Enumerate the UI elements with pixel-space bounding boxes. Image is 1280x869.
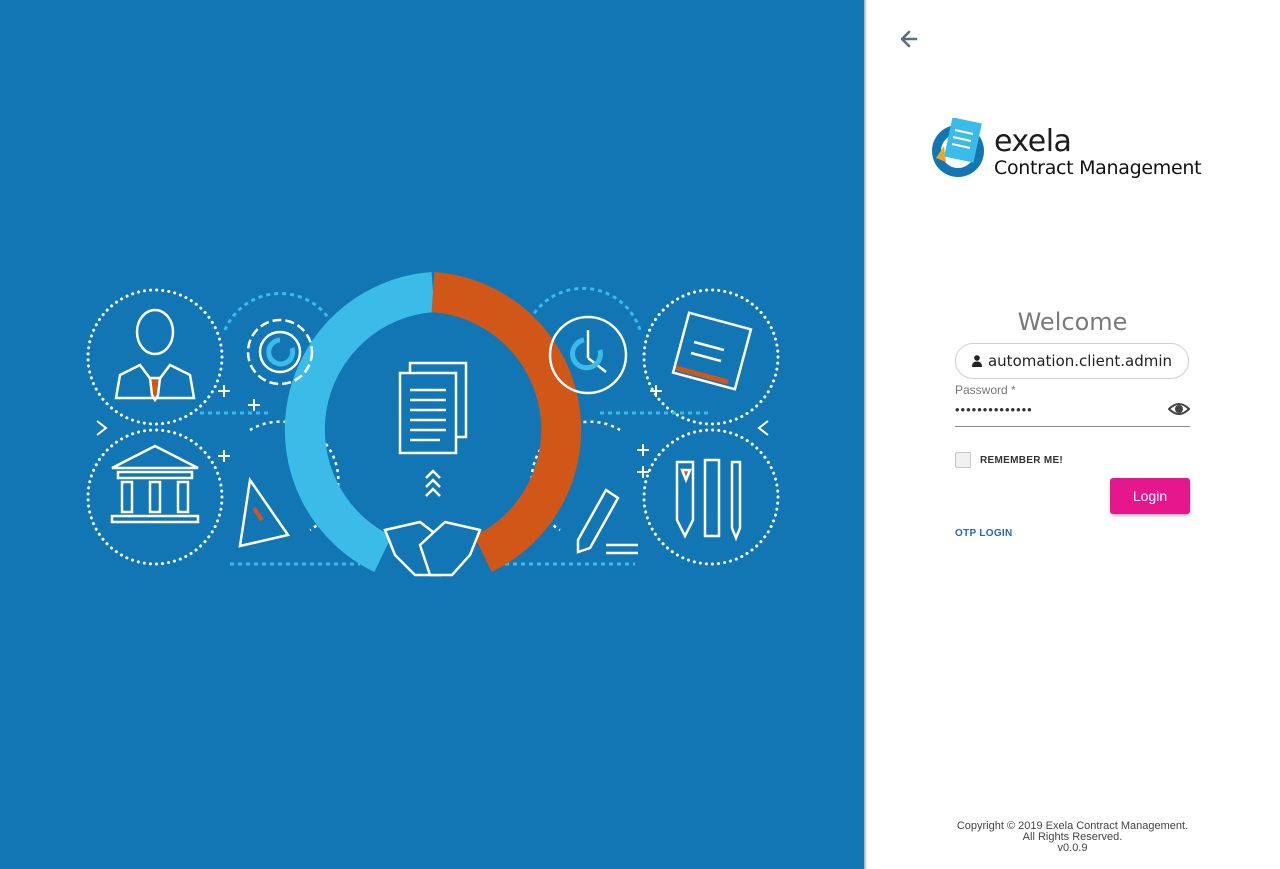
remember-me-label: REMEMBER ME! xyxy=(980,454,1064,466)
username-value: automation.client.admin xyxy=(987,352,1173,370)
username-field[interactable]: automation.client.admin xyxy=(955,343,1189,379)
tools-dotted-circle xyxy=(642,428,780,566)
otp-login-link[interactable]: OTP LOGIN xyxy=(955,528,1013,539)
password-field[interactable]: •••••••••••••• xyxy=(955,398,1190,427)
brand-wordmark: exela xyxy=(994,124,1072,159)
remember-me[interactable]: REMEMBER ME! xyxy=(955,452,1063,468)
password-label: Password * xyxy=(955,383,1016,397)
handshake-icon xyxy=(383,520,482,577)
contract-illustration xyxy=(86,272,780,577)
brand-product-name: Contract Management xyxy=(994,157,1202,179)
bank-dotted-circle xyxy=(86,428,224,566)
document-icon xyxy=(398,361,468,497)
paper-plane-icon xyxy=(238,476,291,548)
welcome-heading: Welcome xyxy=(1017,308,1128,336)
bank-icon xyxy=(110,444,200,524)
eye-icon[interactable] xyxy=(1168,400,1190,418)
footer: Copyright © 2019 Exela Contract Manageme… xyxy=(925,821,1220,854)
pencil-icon xyxy=(576,488,638,555)
hero-illustration-panel xyxy=(0,0,864,869)
arrow-left-icon xyxy=(900,30,918,48)
version-text: v0.0.9 xyxy=(1057,842,1088,854)
remember-me-checkbox[interactable] xyxy=(955,452,971,468)
notes-icon xyxy=(671,311,753,391)
user-icon xyxy=(971,355,982,367)
password-value: •••••••••••••• xyxy=(955,402,1033,417)
login-button[interactable]: Login xyxy=(1110,478,1190,514)
back-button[interactable] xyxy=(898,28,920,50)
notes-dotted-circle xyxy=(642,288,780,426)
person-icon xyxy=(114,308,196,403)
tools-icon xyxy=(675,458,742,542)
